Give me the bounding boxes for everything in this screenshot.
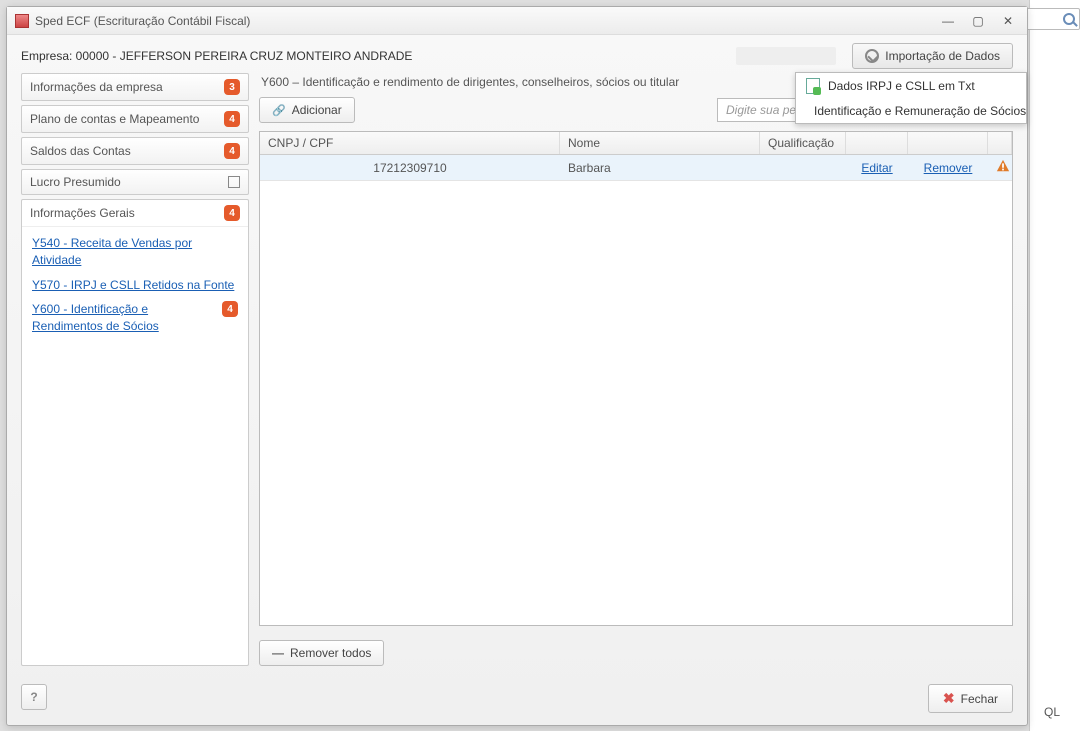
import-dropdown-menu: Dados IRPJ e CSLL em Txt Identificação e… [795,72,1027,124]
column-header-nome[interactable]: Nome [560,132,760,154]
sidebar-link-y600[interactable]: Y600 - Identificação e Rendimentos de Só… [32,301,216,335]
table-row[interactable]: 17212309710 Barbara Editar Remover [260,155,1012,181]
menu-item-label: Dados IRPJ e CSLL em Txt [828,79,975,93]
sidebar-item-informacoes-empresa[interactable]: Informações da empresa 3 [21,73,249,101]
window-controls: — ▢ ✕ [937,12,1019,30]
sidebar-item-plano-contas[interactable]: Plano de contas e Mapeamento 4 [21,105,249,133]
add-button-label: Adicionar [292,103,342,117]
background-ql-label: QL [1044,705,1060,719]
cell-qualificacao [760,164,846,172]
footer: ? ✖ Fechar [7,676,1027,725]
document-icon [806,78,820,94]
sidebar-item-label: Plano de contas e Mapeamento [30,112,199,126]
sidebar-item-lucro-presumido[interactable]: Lucro Presumido [21,169,249,195]
header-row: Empresa: 00000 - JEFFERSON PEREIRA CRUZ … [7,35,1027,73]
badge-count: 4 [224,143,240,159]
badge-count: 4 [222,301,238,317]
column-header-cpf[interactable]: CNPJ / CPF [260,132,560,154]
badge-count: 4 [224,205,240,221]
sidebar-sublinks: Y540 - Receita de Vendas por Atividade Y… [22,227,248,343]
collapse-icon [228,176,240,188]
titlebar: Sped ECF (Escrituração Contábil Fiscal) … [7,7,1027,35]
remove-link[interactable]: Remover [908,157,988,179]
cell-warning [988,155,1012,180]
menu-item-label: Identificação e Remuneração de Sócios [814,104,1026,118]
badge-count: 4 [224,111,240,127]
sidebar: Informações da empresa 3 Plano de contas… [21,73,249,666]
help-button[interactable]: ? [21,684,47,710]
search-icon [1063,13,1075,25]
main-window: Sped ECF (Escrituração Contábil Fiscal) … [6,6,1028,726]
column-header-qualificacao[interactable]: Qualificação [760,132,846,154]
remove-all-label: Remover todos [290,646,371,660]
import-data-button[interactable]: Importação de Dados [852,43,1013,69]
close-window-button[interactable]: ✕ [997,12,1019,30]
sidebar-item-label: Lucro Presumido [30,175,121,189]
minimize-button[interactable]: — [937,12,959,30]
link-icon [272,103,286,117]
cell-cpf: 17212309710 [260,157,560,179]
import-button-label: Importação de Dados [885,49,1000,63]
app-icon [15,14,29,28]
remove-all-button[interactable]: Remover todos [259,640,384,666]
menu-item-identificacao-socios[interactable]: Identificação e Remuneração de Sócios [796,99,1026,123]
cell-nome: Barbara [560,157,760,179]
close-button[interactable]: ✖ Fechar [928,684,1013,713]
sidebar-item-label: Saldos das Contas [30,144,131,158]
blurred-field [736,47,836,65]
sidebar-link-y540[interactable]: Y540 - Receita de Vendas por Atividade [32,235,238,269]
close-icon: ✖ [943,690,955,707]
table-body: 17212309710 Barbara Editar Remover [260,155,1012,625]
close-button-label: Fechar [961,692,998,706]
bottom-toolbar: Remover todos [259,634,1013,666]
sidebar-item-label: Informações Gerais [30,206,135,220]
sidebar-section-informacoes-gerais: Informações Gerais 4 Y540 - Receita de V… [21,199,249,666]
add-button[interactable]: Adicionar [259,97,355,123]
main-panel: Y600 – Identificação e rendimento de dir… [259,73,1013,666]
edit-link[interactable]: Editar [846,157,908,179]
column-header-empty1 [846,132,908,154]
sidebar-link-y570[interactable]: Y570 - IRPJ e CSLL Retidos na Fonte [32,277,234,294]
minus-icon [272,646,284,660]
body-area: Informações da empresa 3 Plano de contas… [7,73,1027,676]
column-header-empty2 [908,132,988,154]
window-title: Sped ECF (Escrituração Contábil Fiscal) [35,14,937,28]
background-right-panel: QL [1029,0,1083,731]
company-label: Empresa: 00000 - JEFFERSON PEREIRA CRUZ … [21,49,736,63]
warning-icon [996,159,1010,173]
data-table: CNPJ / CPF Nome Qualificação 17212309710… [259,131,1013,626]
column-header-empty3 [988,132,1012,154]
badge-count: 3 [224,79,240,95]
table-header: CNPJ / CPF Nome Qualificação [260,132,1012,155]
menu-item-irpj-csll-txt[interactable]: Dados IRPJ e CSLL em Txt [796,73,1026,99]
maximize-button[interactable]: ▢ [967,12,989,30]
sidebar-item-label: Informações da empresa [30,80,163,94]
refresh-icon [865,49,879,63]
sidebar-item-saldos-contas[interactable]: Saldos das Contas 4 [21,137,249,165]
sidebar-item-informacoes-gerais[interactable]: Informações Gerais 4 [22,200,248,227]
